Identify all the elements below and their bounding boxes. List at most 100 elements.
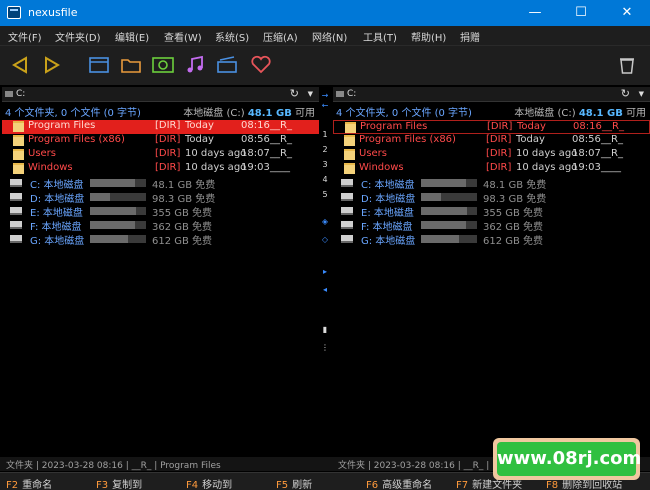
disk-usage-bar [90,207,146,215]
toolbar [0,45,650,85]
dual-pane-icon[interactable] [86,52,112,78]
watermark-logo: www.08rj.com [493,438,641,480]
maximize-button[interactable]: ☐ [558,0,604,26]
drive-icon [336,91,344,97]
right-disk-info: 本地磁盘 (C:) 48.1 GB 可用 [514,108,646,119]
right-refresh-icon[interactable]: ↻ [621,87,630,100]
list-item[interactable]: Program Files (x86) [DIR] Today 08:56 __… [333,134,650,148]
f6-advanced-rename-button[interactable]: F6 高级重命名 [366,476,432,490]
folder-icon[interactable] [118,52,144,78]
menu-file[interactable]: 文件(F) [8,29,42,44]
drive-item[interactable]: E: 本地磁盘 355 GB 免费 [333,204,650,219]
drive-item[interactable]: C: 本地磁盘 48.1 GB 免费 [2,176,319,191]
music-icon[interactable] [182,52,208,78]
list-item[interactable]: Windows [DIR] 10 days ago 19:03 ____ [333,162,650,176]
disk-usage-bar [421,235,477,243]
left-current-drive[interactable]: C: [16,89,25,99]
hard-drive-icon [10,221,22,229]
copy-right-icon[interactable]: → [319,91,331,100]
menu-network[interactable]: 网络(N) [312,29,347,44]
hard-drive-icon [10,235,22,243]
list-item[interactable]: Users [DIR] 10 days ago 18:07 __R_ [2,148,319,162]
left-summary: 4 个文件夹, 0 个文件 (0 字节) 本地磁盘 (C:) 48.1 GB 可… [2,104,319,119]
list-item[interactable]: Program Files [DIR] Today 08:16 __R_ [2,120,319,134]
list-item[interactable]: Users [DIR] 10 days ago 18:07 __R_ [333,148,650,162]
drive-item[interactable]: F: 本地磁盘 362 GB 免费 [333,218,650,233]
move-left-icon[interactable]: ◂ [319,285,331,294]
list-item[interactable]: Windows [DIR] 10 days ago 19:03 ____ [2,162,319,176]
f4-move-button[interactable]: F4 移动到 [186,476,232,490]
menu-edit[interactable]: 编辑(E) [115,29,149,44]
right-path-bar[interactable]: C: ↻ ▼ [333,87,650,102]
tab-1[interactable]: 1 [319,130,331,139]
drive-item[interactable]: D: 本地磁盘 98.3 GB 免费 [333,190,650,205]
drive-item[interactable]: G: 本地磁盘 612 GB 免费 [2,232,319,247]
menu-donate[interactable]: 捐赠 [460,29,480,44]
tab-5[interactable]: 5 [319,190,331,199]
left-file-pane[interactable]: C: ↻ ▼ 4 个文件夹, 0 个文件 (0 字节) 本地磁盘 (C:) 48… [2,87,319,456]
disk-usage-bar [421,193,477,201]
app-icon [7,6,21,19]
forward-icon[interactable] [38,52,64,78]
watermark-text: www.08rj.com [497,442,641,476]
recycle-bin-icon[interactable] [614,52,640,78]
folder-icon [13,121,24,132]
hard-drive-icon [341,207,353,215]
hard-drive-icon [341,179,353,187]
drive-item[interactable]: F: 本地磁盘 362 GB 免费 [2,218,319,233]
move-right-icon[interactable]: ▸ [319,267,331,276]
f2-rename-button[interactable]: F2 重命名 [6,476,52,490]
hard-drive-icon [10,207,22,215]
hard-drive-icon [10,179,22,187]
right-summary: 4 个文件夹, 0 个文件 (0 字节) 本地磁盘 (C:) 48.1 GB 可… [333,104,650,119]
left-disk-info: 本地磁盘 (C:) 48.1 GB 可用 [183,108,315,119]
favorites-heart-icon[interactable] [248,52,274,78]
folder-icon [13,163,24,174]
folder-icon [344,149,355,160]
right-item-count: 4 个文件夹, 0 个文件 (0 字节) [336,108,472,119]
menu-folder[interactable]: 文件夹(D) [55,29,101,44]
drive-item[interactable]: D: 本地磁盘 98.3 GB 免费 [2,190,319,205]
left-path-bar[interactable]: C: ↻ ▼ [2,87,319,102]
picture-icon[interactable] [150,52,176,78]
menu-tools[interactable]: 工具(T) [363,29,397,44]
back-icon[interactable] [8,52,34,78]
menu-view[interactable]: 查看(W) [164,29,202,44]
menu-system[interactable]: 系统(S) [215,29,249,44]
hard-drive-icon [341,193,353,201]
drive-icon [5,91,13,97]
tab-4[interactable]: 4 [319,175,331,184]
drive-item[interactable]: G: 本地磁盘 612 GB 免费 [333,232,650,247]
grip-icon[interactable]: ⋮ [319,343,331,352]
hard-drive-icon [341,221,353,229]
stats-icon[interactable]: ▮ [319,325,331,334]
hard-drive-icon [10,193,22,201]
disk-usage-bar [90,235,146,243]
f5-refresh-button[interactable]: F5 刷新 [276,476,312,490]
disk-usage-bar [421,207,477,215]
sync-icon[interactable]: ◈ [319,217,331,226]
disk-usage-bar [90,179,146,187]
drive-item[interactable]: C: 本地磁盘 48.1 GB 免费 [333,176,650,191]
drive-item[interactable]: E: 本地磁盘 355 GB 免费 [2,204,319,219]
menu-help[interactable]: 帮助(H) [411,29,446,44]
left-dropdown-icon[interactable]: ▼ [308,90,313,98]
tab-2[interactable]: 2 [319,145,331,154]
right-dropdown-icon[interactable]: ▼ [639,90,644,98]
left-status-text: 文件夹 | 2023-03-28 08:16 | __R_ | Program … [6,461,221,471]
right-file-pane[interactable]: C: ↻ ▼ 4 个文件夹, 0 个文件 (0 字节) 本地磁盘 (C:) 48… [333,87,650,456]
tab-3[interactable]: 3 [319,160,331,169]
f3-copy-button[interactable]: F3 复制到 [96,476,142,490]
list-item[interactable]: Program Files (x86) [DIR] Today 08:56 __… [2,134,319,148]
right-current-drive[interactable]: C: [347,89,356,99]
hard-drive-icon [341,235,353,243]
close-button[interactable]: ✕ [604,0,650,26]
minimize-button[interactable]: — [512,0,558,26]
copy-left-icon[interactable]: ← [319,101,331,110]
list-item[interactable]: Program Files [DIR] Today 08:16 __R_ [333,120,650,134]
menu-compress[interactable]: 压缩(A) [263,29,298,44]
compress-icon[interactable] [214,52,240,78]
left-refresh-icon[interactable]: ↻ [290,87,299,100]
folder-icon [344,163,355,174]
compare-icon[interactable]: ◇ [319,235,331,244]
